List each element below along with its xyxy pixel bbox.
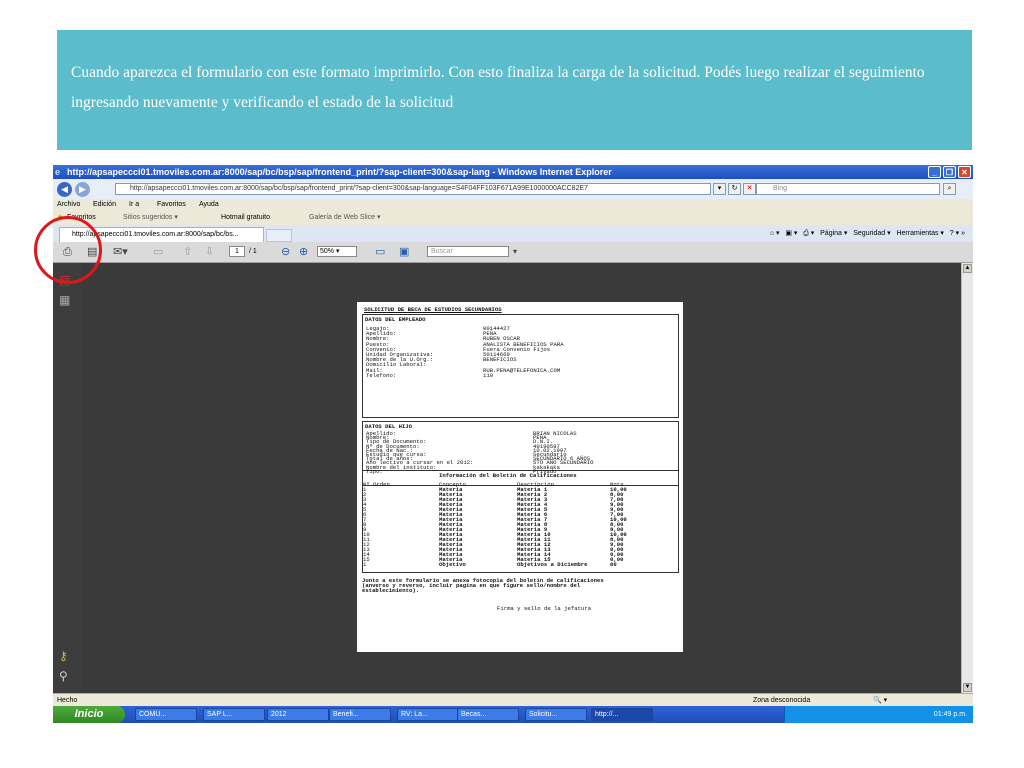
attachment-icon[interactable]: ⚲ [59, 669, 68, 683]
find-input[interactable]: Buscar [427, 246, 509, 257]
compat-view-button[interactable]: ▾ [713, 183, 726, 195]
taskbar-task[interactable]: 2012 [267, 708, 329, 721]
instruction-banner: Cuando aparezca el formulario con este f… [57, 30, 972, 150]
pdf-side-panel: ▤ ▦ ⚷ ⚲ [53, 263, 82, 693]
footer-line-3: establecimiento). [362, 587, 420, 594]
child-title: DATOS DEL HIJO [365, 423, 412, 430]
menu-archivo[interactable]: Archivo [57, 199, 80, 210]
taskbar-task[interactable]: Becas... [457, 708, 519, 721]
window-titlebar: e http://apsapeccci01.tmoviles.com.ar:80… [53, 165, 973, 179]
next-page-icon[interactable]: ⇩ [205, 246, 214, 258]
tools-menu[interactable]: Herramientas ▾ [896, 230, 943, 237]
taskbar-task[interactable]: Benefi... [329, 708, 391, 721]
zoom-in-icon[interactable]: ⊕ [299, 246, 308, 258]
page-current: 1 [235, 248, 239, 255]
bookmarks-icon[interactable]: ▦ [59, 293, 70, 307]
grades-cell: Objetivos a Diciembre [517, 561, 588, 568]
help-icon[interactable]: ? ▾ » [950, 230, 965, 237]
pdf-page: SOLICITUD DE BECA DE ESTUDIOS SECUNDARIO… [357, 302, 683, 652]
comment-icon[interactable]: ▭ [153, 246, 163, 258]
start-button[interactable]: Inicio [53, 706, 125, 723]
prev-page-icon[interactable]: ⇧ [183, 246, 192, 258]
vertical-scrollbar[interactable]: ▲ ▼ [961, 263, 973, 693]
zoom-out-icon[interactable]: ⊖ [281, 246, 290, 258]
find-placeholder: Buscar [431, 248, 453, 255]
scroll-up-icon[interactable]: ▲ [963, 264, 972, 273]
window-title: http://apsapeccci01.tmoviles.com.ar:8000… [67, 167, 612, 177]
search-icon[interactable]: ⌕ [943, 183, 956, 195]
employee-field-value: BENEFICIOS [483, 356, 517, 364]
form-header: SOLICITUD DE BECA DE ESTUDIOS SECUNDARIO… [364, 306, 502, 313]
menu-edicion[interactable]: Edición [93, 199, 116, 210]
scroll-down-icon[interactable]: ▼ [963, 683, 972, 692]
child-field-value: Privado [533, 467, 557, 475]
share-icon[interactable]: ✉▾ [113, 246, 128, 258]
page-number-input[interactable]: 1 [229, 246, 245, 257]
signature-label: Firma y sello de la jefatura [497, 605, 591, 612]
print-cmd-icon[interactable]: ⎙ ▾ [803, 230, 814, 237]
favorites-bar: ★ Favoritos Sitios sugeridos ▾ Hotmail g… [53, 210, 973, 225]
start-label: Inicio [74, 708, 104, 720]
address-text: http://apsapeccci01.tmoviles.com.ar:8000… [130, 185, 589, 192]
status-bar: Hecho Zona desconocida 🔍 ▾ [53, 693, 973, 707]
fav-sitios-sugeridos[interactable]: Sitios sugeridos ▾ [123, 210, 178, 225]
page-menu[interactable]: Página ▾ [820, 230, 847, 237]
address-row: ◀ ▶ http://apsapeccci01.tmoviles.com.ar:… [53, 179, 973, 199]
clock: 01:49 p.m. [933, 711, 967, 718]
zoom-select[interactable]: 50% ▾ [317, 246, 357, 257]
new-tab-button[interactable] [266, 229, 292, 242]
grades-cell: 1 [363, 561, 367, 568]
taskbar-task[interactable]: Solicitu... [525, 708, 587, 721]
feeds-icon[interactable]: ▣ ▾ [785, 230, 797, 237]
instruction-text: Cuando aparezca el formulario con este f… [71, 64, 925, 111]
employee-field-value: 110 [483, 371, 494, 379]
command-bar: ⌂ ▾ ▣ ▾ ⎙ ▾ Página ▾ Seguridad ▾ Herrami… [770, 225, 965, 242]
forward-button[interactable]: ▶ [75, 182, 90, 197]
find-dropdown-icon[interactable]: ▾ [513, 246, 517, 258]
minimize-button[interactable]: _ [928, 166, 941, 178]
menu-ir-a[interactable]: Ir a [129, 199, 139, 210]
close-button[interactable]: ✕ [958, 166, 971, 178]
system-tray: 01:49 p.m. [784, 706, 973, 723]
page-total: / 1 [249, 248, 257, 255]
address-bar[interactable]: http://apsapeccci01.tmoviles.com.ar:8000… [115, 183, 711, 195]
taskbar-task[interactable]: COMU... [135, 708, 197, 721]
employee-title: DATOS DEL EMPLEADO [365, 316, 426, 323]
child-field-label: Tipo: [366, 467, 383, 475]
taskbar-task[interactable]: RV: La... [397, 708, 459, 721]
key-icon[interactable]: ⚷ [59, 649, 68, 663]
restore-button[interactable]: ❐ [943, 166, 956, 178]
ie-logo-icon: e [55, 167, 61, 177]
grades-cell: Objetivo [439, 561, 466, 568]
search-placeholder: Bing [773, 185, 788, 192]
search-input[interactable]: Bing [756, 183, 940, 195]
zoom-value: 50% [320, 248, 335, 255]
grades-column-header: Nº Orden [363, 481, 390, 488]
employee-field-value: RUB.PENA@TELEFONICA.COM [483, 366, 561, 374]
security-menu[interactable]: Seguridad ▾ [853, 230, 890, 237]
tab-row: http://apsapeccci01.tmoviles.com.ar:8000… [53, 225, 973, 242]
back-button[interactable]: ◀ [57, 182, 72, 197]
menu-bar: Archivo Edición Ir a Favoritos Ayuda [53, 199, 973, 210]
stop-button[interactable]: ✕ [743, 183, 756, 195]
pdf-toolbar: ⎙ ▤ ✉▾ ▭ ⇧ ⇩ 1 / 1 ⊖ ⊕ 50% ▾ ▭ ▣ Buscar … [53, 242, 973, 263]
employee-field-label: Telefono: [366, 371, 397, 379]
fav-galeria[interactable]: Galería de Web Slice ▾ [309, 210, 380, 225]
print-highlight-circle [34, 216, 102, 284]
taskbar: Inicio COMU... SAP L... 2012 Benefi... RV: L… [53, 706, 973, 723]
browser-screenshot: e http://apsapeccci01.tmoviles.com.ar:80… [53, 165, 973, 723]
menu-favoritos[interactable]: Favoritos [157, 199, 186, 210]
fav-hotmail[interactable]: Hotmail gratuito [221, 210, 270, 225]
taskbar-task[interactable]: SAP L... [203, 708, 265, 721]
menu-ayuda[interactable]: Ayuda [199, 199, 219, 210]
taskbar-task[interactable]: http://... [591, 708, 653, 721]
home-icon[interactable]: ⌂ ▾ [770, 230, 780, 237]
fit-width-icon[interactable]: ▣ [399, 246, 409, 258]
refresh-button[interactable]: ↻ [728, 183, 741, 195]
grades-cell: 00 [610, 561, 617, 568]
fit-page-icon[interactable]: ▭ [375, 246, 385, 258]
